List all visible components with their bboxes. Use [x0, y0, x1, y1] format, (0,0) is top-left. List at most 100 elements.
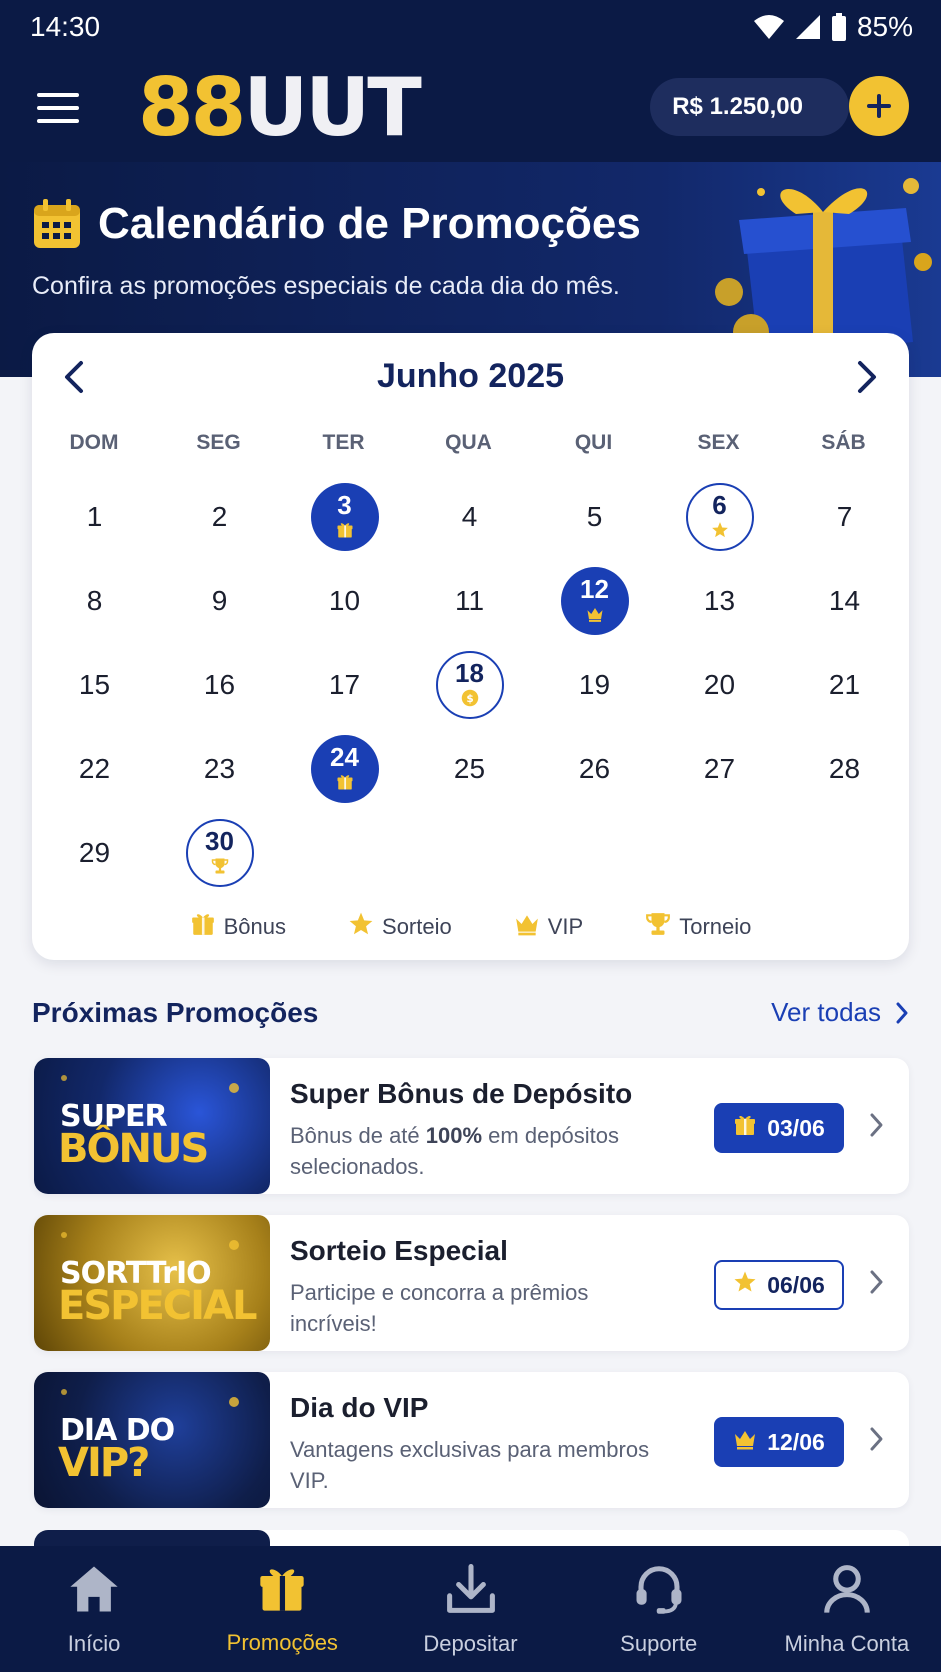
calendar-day-promo[interactable]: 6 [657, 475, 782, 559]
promo-date: 06/06 [767, 1271, 825, 1298]
calendar-day[interactable]: 4 [407, 475, 532, 559]
nav-label: Suporte [620, 1630, 698, 1656]
promo-card[interactable]: DIA DO VIP? Dia do VIP Vantagens exclusi… [34, 1372, 909, 1508]
promo-thumbnail-art: DIA DO VIP? [58, 1389, 239, 1486]
day-number: 13 [703, 585, 736, 616]
calendar-day[interactable]: 29 [32, 811, 157, 895]
brand-logo[interactable]: 88UUT [138, 68, 422, 148]
legend-label: Torneio [679, 914, 752, 939]
star-icon [733, 1270, 757, 1300]
promo-description: Participe e concorra a prêmios incríveis… [290, 1277, 670, 1339]
promo-desc-text: Vantagens exclusivas para membros VIP. [290, 1437, 650, 1493]
nav-item-home[interactable]: Início [0, 1546, 188, 1672]
nav-item-download[interactable]: Depositar [376, 1546, 564, 1672]
trophy-icon [211, 857, 229, 879]
day-number: 15 [78, 669, 111, 700]
nav-item-user[interactable]: Minha Conta [753, 1546, 941, 1672]
calendar-day[interactable]: 26 [532, 727, 657, 811]
chevron-right-icon [858, 361, 876, 393]
balance-display[interactable]: R$ 1.250,00 [650, 78, 849, 136]
day-number: 24 [330, 741, 359, 772]
calendar-day[interactable]: 5 [532, 475, 657, 559]
status-icons: 85% [753, 11, 913, 43]
calendar-day[interactable]: 17 [282, 643, 407, 727]
calendar-day[interactable]: 25 [407, 727, 532, 811]
promo-title: Sorteio Especial [290, 1235, 508, 1266]
calendar-day[interactable]: 15 [32, 643, 157, 727]
promo-date: 03/06 [767, 1114, 825, 1141]
day-number: 3 [337, 489, 352, 520]
calendar-day[interactable]: 20 [657, 643, 782, 727]
legend-label: Bônus [223, 914, 287, 939]
coin-icon: $ [461, 689, 479, 711]
crown-icon [586, 605, 604, 627]
day-number: 5 [586, 501, 603, 532]
calendar-day[interactable]: 28 [782, 727, 907, 811]
promo-day-badge: 24 [310, 735, 379, 803]
see-all-link[interactable]: Ver todas [771, 997, 909, 1028]
calendar-day[interactable]: 23 [157, 727, 282, 811]
day-number: 4 [461, 501, 478, 532]
chevron-right-icon [870, 1427, 883, 1451]
calendar-day[interactable]: 10 [282, 559, 407, 643]
calendar-day[interactable]: 7 [782, 475, 907, 559]
calendar-day[interactable]: 16 [157, 643, 282, 727]
calendar-day-promo[interactable]: 18 $ [407, 643, 532, 727]
battery-icon [831, 13, 846, 41]
month-title: Junho 2025 [376, 357, 565, 395]
calendar-day[interactable]: 27 [657, 727, 782, 811]
day-number: 29 [78, 837, 111, 868]
calendar-day-promo[interactable]: 3 [282, 475, 407, 559]
bottom-navigation: Início Promoções Depositar Suporte Minha Con… [0, 1546, 941, 1672]
nav-label: Promoções [226, 1629, 338, 1655]
nav-item-headset[interactable]: Suporte [565, 1546, 753, 1672]
promo-day-badge: 12 [560, 567, 629, 635]
day-number: 18 [455, 657, 484, 688]
weekday-label: QUA [445, 431, 492, 454]
calendar-day[interactable]: 8 [32, 559, 157, 643]
calendar-day-promo[interactable]: 24 [282, 727, 407, 811]
calendar-day-promo[interactable]: 30 [157, 811, 282, 895]
promo-date-badge: 06/06 [714, 1260, 844, 1310]
calendar-day-promo[interactable]: 12 [532, 559, 657, 643]
day-number: 6 [712, 489, 727, 520]
promo-date-badge: 03/06 [714, 1103, 844, 1153]
day-number: 21 [828, 669, 861, 700]
calendar-days-grid: 1 2 3 4 5 6 7 8 9 10 11 12 13 14 15 16 17 18 $19 20 21 22 23 24… [32, 475, 909, 895]
promo-card[interactable]: SUPER BÔNUS Super Bônus de Depósito Bônu… [34, 1058, 909, 1194]
calendar-day[interactable]: 13 [657, 559, 782, 643]
weekday-label: TER [322, 431, 365, 454]
promo-day-badge: 6 [685, 483, 754, 551]
hamburger-icon [37, 93, 79, 123]
calendar-day[interactable]: 1 [32, 475, 157, 559]
nav-label: Início [67, 1630, 121, 1656]
weekday-header: DOM SEG TER QUA QUI SEX SÁB [32, 431, 909, 455]
calendar-day[interactable]: 14 [782, 559, 907, 643]
promo-description: Vantagens exclusivas para membros VIP. [290, 1434, 670, 1496]
promo-thumbnail-art: SORTTrIO ESPECIAL [58, 1232, 259, 1329]
star-icon [348, 911, 374, 943]
day-number: 16 [203, 669, 236, 700]
next-month-button[interactable] [843, 353, 891, 401]
day-number: 9 [211, 585, 228, 616]
gift-icon [190, 911, 216, 943]
promo-day-badge: 18 $ [435, 651, 504, 719]
menu-button[interactable] [30, 80, 86, 136]
calendar-day[interactable]: 9 [157, 559, 282, 643]
app-header: 88UUT R$ 1.250,00 [0, 54, 941, 162]
calendar-day[interactable]: 2 [157, 475, 282, 559]
chevron-right-icon [896, 1002, 908, 1023]
promo-card[interactable]: SORTTrIO ESPECIAL Sorteio Especial Parti… [34, 1215, 909, 1351]
calendar-day[interactable]: 19 [532, 643, 657, 727]
promo-desc-text: Bônus de até [290, 1123, 426, 1148]
calendar-day[interactable]: 11 [407, 559, 532, 643]
promo-thumbnail: SUPER BÔNUS [34, 1058, 270, 1194]
calendar-day[interactable]: 21 [782, 643, 907, 727]
promo-date-badge: 12/06 [714, 1417, 844, 1467]
chevron-right-icon [870, 1270, 883, 1294]
crown-icon [514, 911, 540, 943]
weekday-label: QUI [574, 431, 613, 454]
nav-item-gift[interactable]: Promoções [188, 1546, 376, 1672]
add-funds-button[interactable] [849, 76, 909, 136]
calendar-day[interactable]: 22 [32, 727, 157, 811]
